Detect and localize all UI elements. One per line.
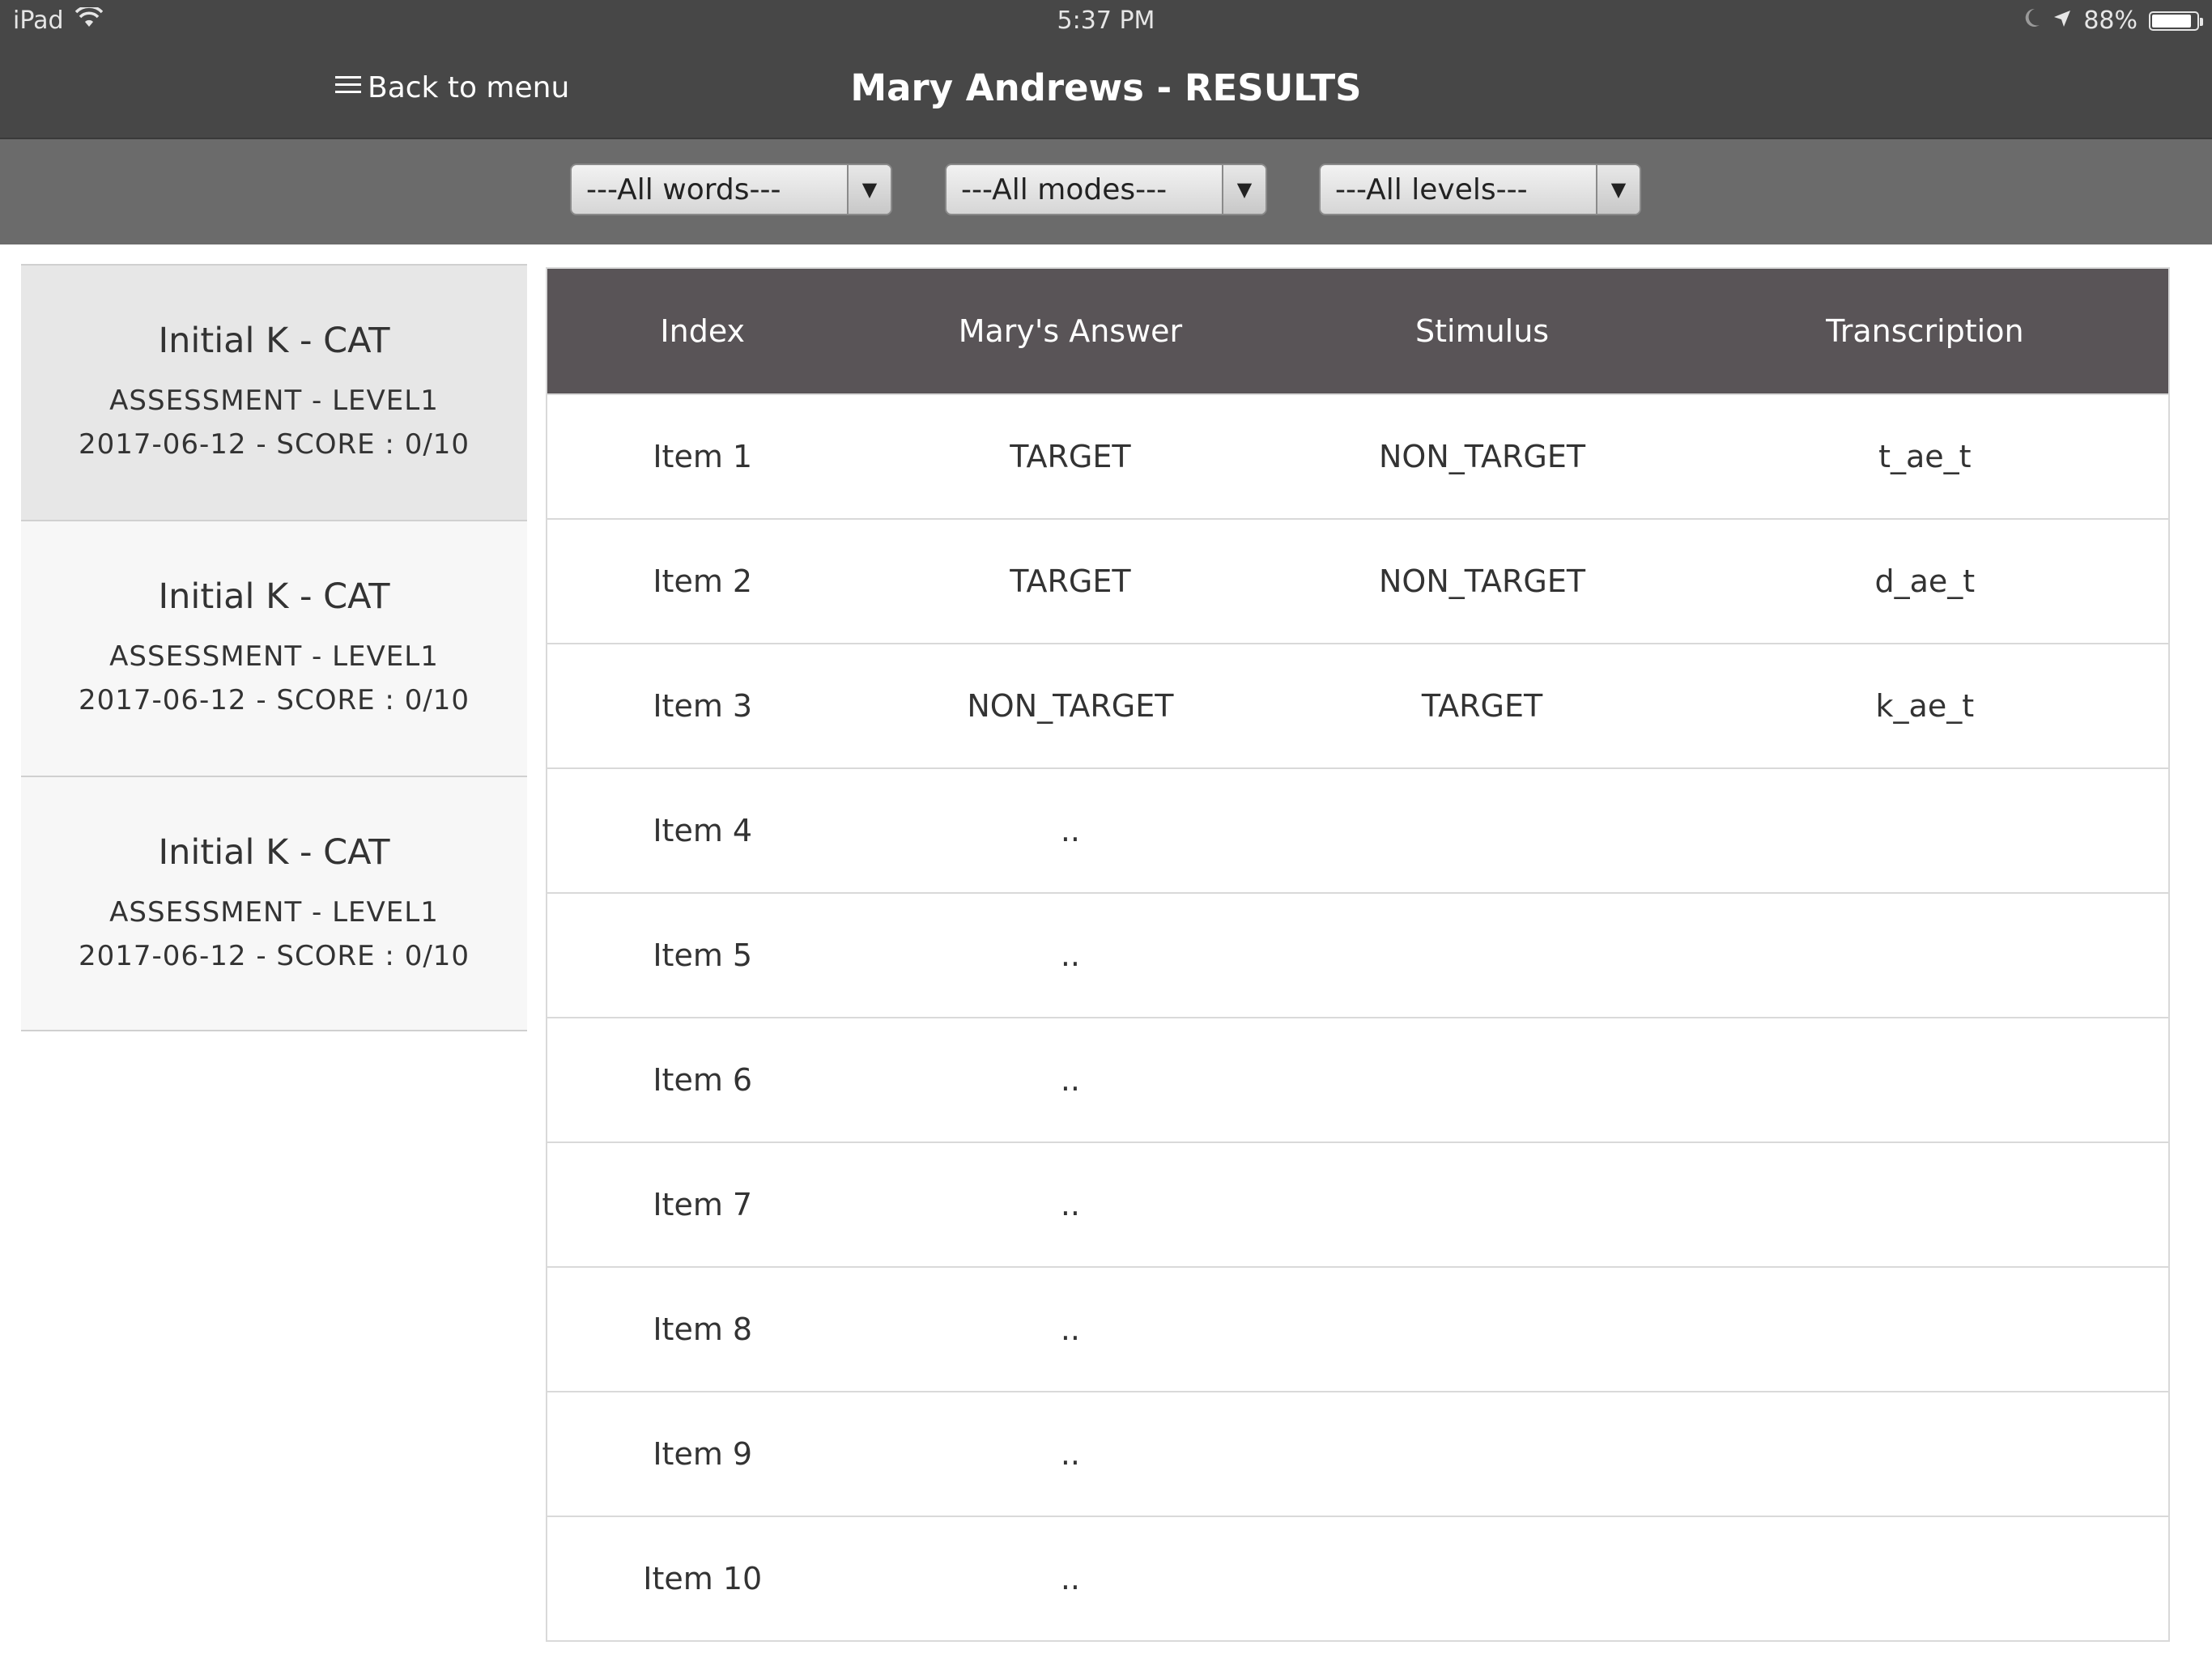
cell-transcription: d_ae_t bbox=[1681, 518, 2169, 644]
words-filter-select[interactable]: ---All words--- ▼ bbox=[570, 164, 892, 215]
cell-stimulus bbox=[1283, 1266, 1682, 1392]
cell-stimulus: NON_TARGET bbox=[1283, 393, 1682, 519]
table-header-row: Index Mary's Answer Stimulus Transcripti… bbox=[547, 268, 2169, 394]
cell-index: Item 3 bbox=[547, 643, 858, 768]
words-filter-value: ---All words--- bbox=[586, 172, 781, 206]
cell-index: Item 2 bbox=[547, 518, 858, 644]
session-date-score: 2017-06-12 - SCORE : 0/10 bbox=[78, 684, 470, 716]
location-arrow-icon bbox=[2052, 6, 2072, 35]
cell-stimulus: NON_TARGET bbox=[1283, 518, 1682, 644]
cell-transcription bbox=[1681, 892, 2169, 1018]
cell-transcription bbox=[1681, 1516, 2169, 1641]
cell-index: Item 10 bbox=[547, 1516, 858, 1641]
session-type: ASSESSMENT - LEVEL1 bbox=[109, 640, 439, 673]
moon-icon bbox=[2023, 6, 2041, 35]
status-time: 5:37 PM bbox=[1057, 6, 1155, 35]
cell-answer: TARGET bbox=[857, 393, 1283, 519]
session-type: ASSESSMENT - LEVEL1 bbox=[109, 896, 439, 929]
header-stimulus: Stimulus bbox=[1283, 268, 1682, 394]
table-row: Item 1 TARGET NON_TARGET t_ae_t bbox=[547, 393, 2169, 519]
cell-transcription bbox=[1681, 1266, 2169, 1392]
cell-transcription bbox=[1681, 767, 2169, 893]
session-title: Initial K - CAT bbox=[158, 576, 390, 617]
chevron-down-icon: ▼ bbox=[1596, 165, 1640, 214]
table-row: Item 4 .. bbox=[547, 767, 2169, 893]
cell-transcription bbox=[1681, 1391, 2169, 1516]
cell-index: Item 7 bbox=[547, 1141, 858, 1267]
cell-stimulus bbox=[1283, 1516, 1682, 1641]
cell-answer: .. bbox=[857, 892, 1283, 1018]
levels-filter-value: ---All levels--- bbox=[1335, 172, 1528, 206]
table-row: Item 9 .. bbox=[547, 1391, 2169, 1516]
cell-index: Item 1 bbox=[547, 393, 858, 519]
results-table: Index Mary's Answer Stimulus Transcripti… bbox=[546, 267, 2170, 1642]
cell-answer: .. bbox=[857, 1266, 1283, 1392]
cell-transcription: k_ae_t bbox=[1681, 643, 2169, 768]
cell-answer: .. bbox=[857, 767, 1283, 893]
cell-transcription bbox=[1681, 1017, 2169, 1142]
cell-index: Item 6 bbox=[547, 1017, 858, 1142]
session-card[interactable]: Initial K - CAT ASSESSMENT - LEVEL1 2017… bbox=[21, 264, 527, 520]
session-list: Initial K - CAT ASSESSMENT - LEVEL1 2017… bbox=[21, 264, 527, 1031]
chevron-down-icon: ▼ bbox=[1222, 165, 1266, 214]
table-row: Item 7 .. bbox=[547, 1141, 2169, 1267]
page-title: Mary Andrews - RESULTS bbox=[850, 66, 1362, 109]
session-card[interactable]: Initial K - CAT ASSESSMENT - LEVEL1 2017… bbox=[21, 776, 527, 1031]
session-type: ASSESSMENT - LEVEL1 bbox=[109, 385, 439, 417]
battery-icon bbox=[2149, 11, 2203, 31]
cell-answer: .. bbox=[857, 1516, 1283, 1641]
table-row: Item 6 .. bbox=[547, 1017, 2169, 1142]
battery-percent: 88% bbox=[2083, 6, 2138, 35]
chevron-down-icon: ▼ bbox=[847, 165, 891, 214]
table-row: Item 8 .. bbox=[547, 1266, 2169, 1392]
cell-stimulus bbox=[1283, 1017, 1682, 1142]
levels-filter-select[interactable]: ---All levels--- ▼ bbox=[1319, 164, 1641, 215]
cell-stimulus: TARGET bbox=[1283, 643, 1682, 768]
cell-answer: .. bbox=[857, 1141, 1283, 1267]
header-answer: Mary's Answer bbox=[857, 268, 1283, 394]
cell-answer: .. bbox=[857, 1391, 1283, 1516]
table-row: Item 2 TARGET NON_TARGET d_ae_t bbox=[547, 518, 2169, 644]
table-row: Item 5 .. bbox=[547, 892, 2169, 1018]
session-title: Initial K - CAT bbox=[158, 321, 390, 361]
modes-filter-value: ---All modes--- bbox=[961, 172, 1168, 206]
cell-index: Item 8 bbox=[547, 1266, 858, 1392]
session-card[interactable]: Initial K - CAT ASSESSMENT - LEVEL1 2017… bbox=[21, 520, 527, 776]
cell-stimulus bbox=[1283, 767, 1682, 893]
cell-index: Item 5 bbox=[547, 892, 858, 1018]
cell-transcription: t_ae_t bbox=[1681, 393, 2169, 519]
cell-index: Item 4 bbox=[547, 767, 858, 893]
cell-stimulus bbox=[1283, 1141, 1682, 1267]
battery-fill bbox=[2152, 14, 2191, 28]
cell-index: Item 9 bbox=[547, 1391, 858, 1516]
header-index: Index bbox=[547, 268, 858, 394]
status-right: 88% bbox=[2023, 6, 2203, 35]
modes-filter-select[interactable]: ---All modes--- ▼ bbox=[945, 164, 1267, 215]
cell-stimulus bbox=[1283, 892, 1682, 1018]
status-bar: iPad 5:37 PM 88% bbox=[0, 0, 2212, 42]
cell-answer: TARGET bbox=[857, 518, 1283, 644]
app-header: Back to menu Mary Andrews - RESULTS bbox=[0, 42, 2212, 139]
table-row: Item 3 NON_TARGET TARGET k_ae_t bbox=[547, 643, 2169, 768]
session-title: Initial K - CAT bbox=[158, 832, 390, 873]
cell-answer: .. bbox=[857, 1017, 1283, 1142]
session-date-score: 2017-06-12 - SCORE : 0/10 bbox=[78, 428, 470, 461]
filter-bar: ---All words--- ▼ ---All modes--- ▼ ---A… bbox=[0, 139, 2212, 244]
session-date-score: 2017-06-12 - SCORE : 0/10 bbox=[78, 940, 470, 972]
header-transcription: Transcription bbox=[1681, 268, 2169, 394]
cell-stimulus bbox=[1283, 1391, 1682, 1516]
cell-transcription bbox=[1681, 1141, 2169, 1267]
table-row: Item 10 .. bbox=[547, 1516, 2169, 1641]
cell-answer: NON_TARGET bbox=[857, 643, 1283, 768]
